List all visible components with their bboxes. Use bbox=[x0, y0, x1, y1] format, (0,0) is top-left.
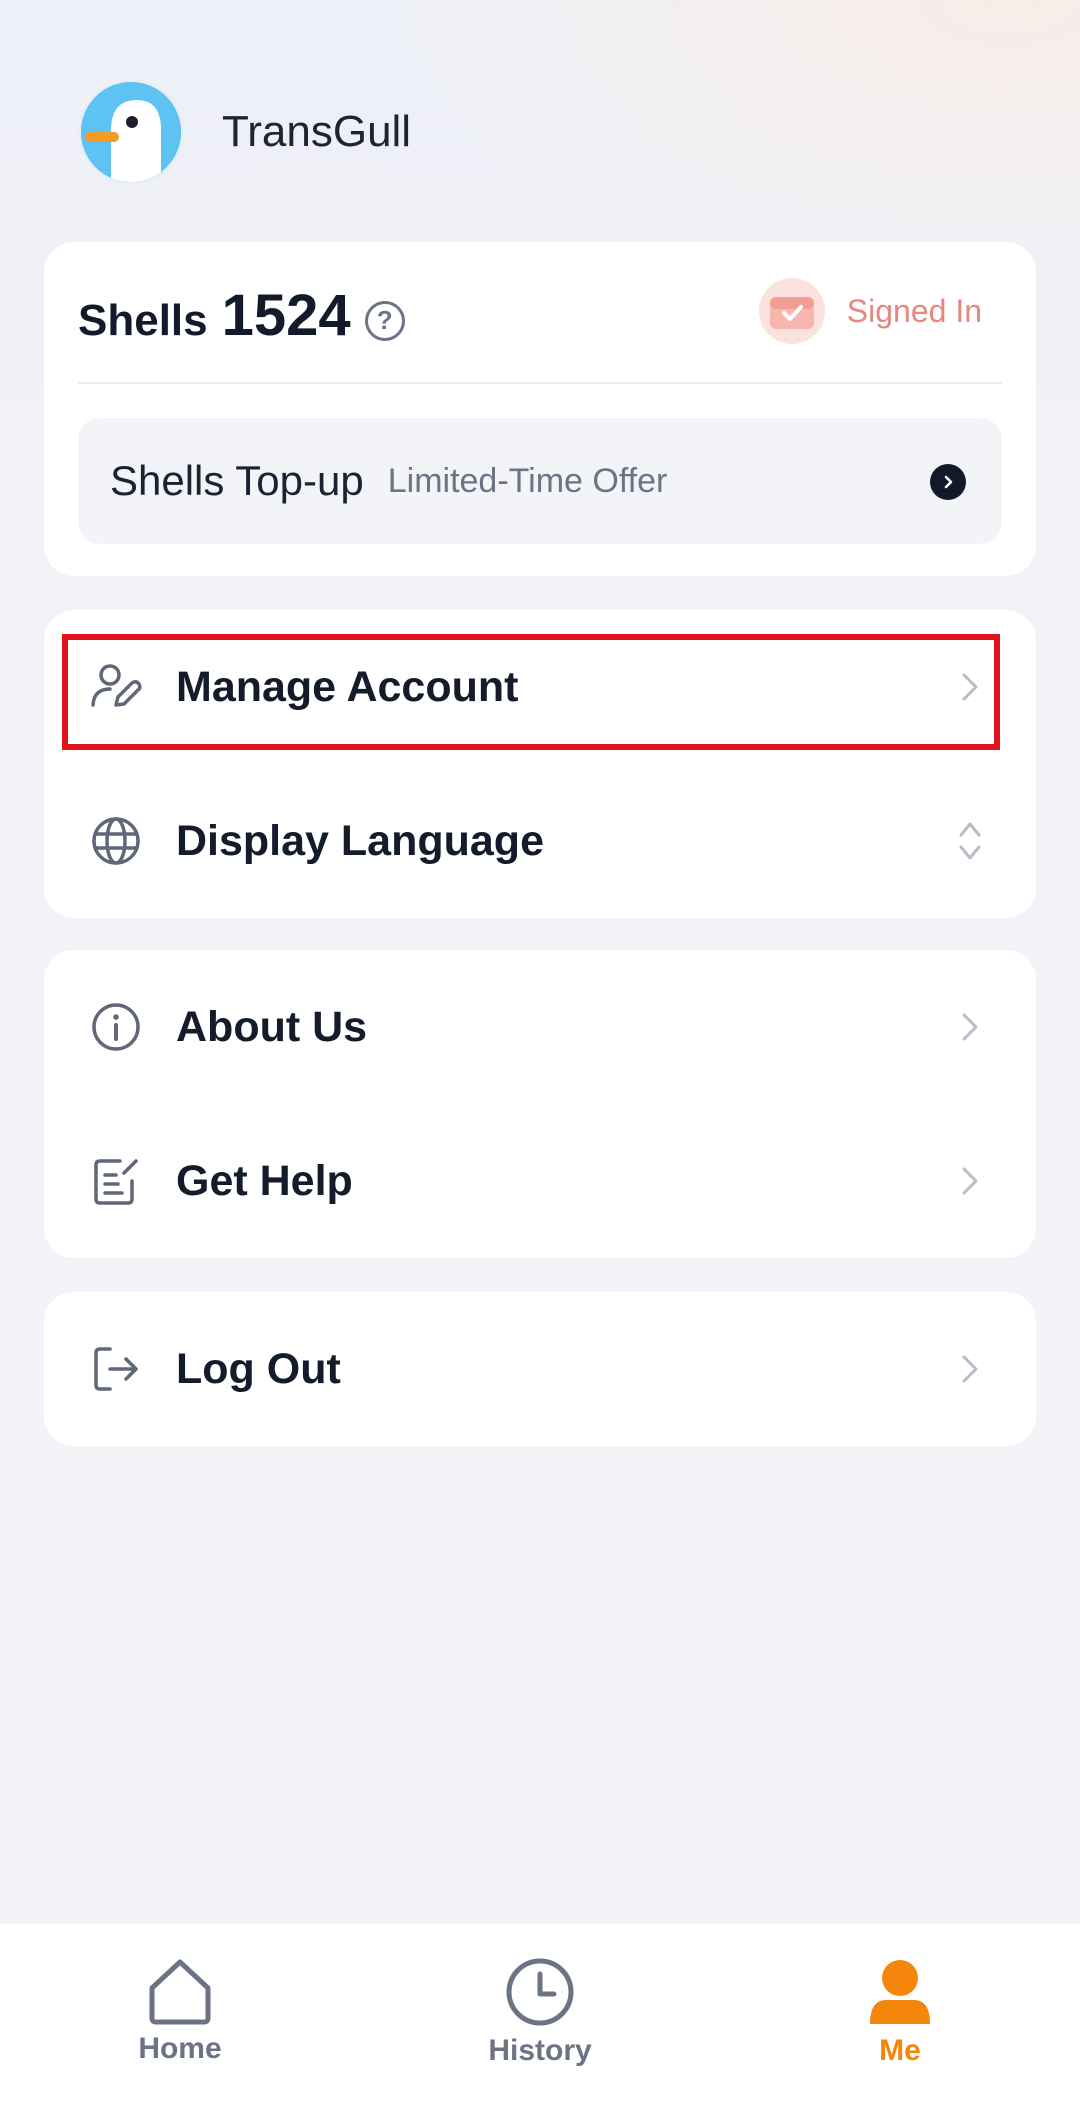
nav-me[interactable]: Me bbox=[810, 1956, 990, 2068]
get-help-item[interactable]: Get Help bbox=[44, 1104, 1036, 1258]
arrow-right-circle-icon bbox=[930, 464, 966, 500]
manage-account-highlight bbox=[62, 634, 1000, 750]
about-us-item[interactable]: About Us bbox=[44, 950, 1036, 1104]
nav-home-label: Home bbox=[138, 2032, 222, 2065]
profile-header: TransGull bbox=[78, 78, 411, 186]
shells-label: Shells bbox=[78, 296, 208, 345]
clock-icon bbox=[506, 1958, 574, 2026]
seagull-logo-icon bbox=[81, 82, 181, 182]
display-language-item[interactable]: Display Language bbox=[44, 764, 1036, 918]
info-icon bbox=[92, 1003, 140, 1051]
chevron-right-icon bbox=[962, 1167, 978, 1195]
topup-subtitle: Limited-Time Offer bbox=[387, 461, 668, 500]
divider bbox=[78, 382, 1002, 384]
display-language-label: Display Language bbox=[176, 816, 544, 865]
info-card: About Us Get Help bbox=[44, 950, 1036, 1258]
nav-me-label: Me bbox=[879, 2034, 921, 2067]
topup-title: Shells Top-up bbox=[110, 457, 364, 504]
log-out-label: Log Out bbox=[176, 1344, 341, 1393]
person-icon bbox=[870, 1960, 930, 2024]
nav-home[interactable]: Home bbox=[90, 1956, 270, 2066]
app-name: TransGull bbox=[222, 107, 412, 156]
get-help-label: Get Help bbox=[176, 1156, 353, 1205]
shells-card: Shells 1524 ? Signed In Shells Top-up Li… bbox=[44, 242, 1036, 576]
shells-topup-button[interactable]: Shells Top-up Limited-Time Offer bbox=[78, 418, 1002, 544]
about-us-label: About Us bbox=[176, 1002, 368, 1051]
calendar-check-icon bbox=[758, 278, 825, 344]
chevron-right-icon bbox=[962, 1355, 978, 1383]
logout-icon bbox=[94, 1347, 138, 1391]
chevron-right-icon bbox=[962, 1013, 978, 1041]
nav-history-label: History bbox=[488, 2034, 592, 2067]
logout-card: Log Out bbox=[44, 1292, 1036, 1446]
log-out-item[interactable]: Log Out bbox=[44, 1292, 1036, 1446]
chevron-up-down-icon bbox=[959, 822, 981, 860]
nav-history[interactable]: History bbox=[450, 1956, 630, 2068]
signed-in-label: Signed In bbox=[846, 292, 982, 329]
globe-icon bbox=[92, 817, 140, 865]
edit-note-icon bbox=[94, 1159, 138, 1205]
signed-in-button[interactable]: Signed In bbox=[758, 278, 982, 344]
shells-balance: Shells 1524 ? bbox=[78, 282, 405, 349]
shells-count: 1524 bbox=[221, 283, 351, 348]
bottom-navigation: Home History Me bbox=[0, 1924, 1080, 2105]
help-icon[interactable]: ? bbox=[364, 300, 405, 341]
home-icon bbox=[149, 1959, 211, 2025]
avatar[interactable] bbox=[78, 79, 184, 185]
